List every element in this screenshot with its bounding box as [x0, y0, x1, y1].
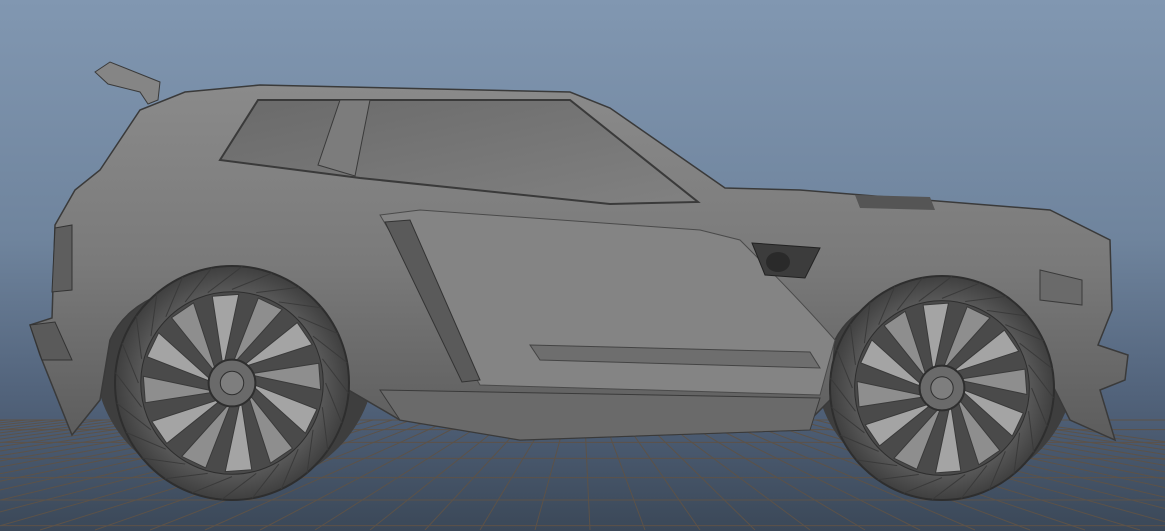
rear-spoiler: [94, 61, 161, 105]
front-wheel: [829, 275, 1055, 501]
3d-viewport[interactable]: [0, 0, 1165, 531]
hub-cap: [930, 376, 954, 400]
grid-line: [661, 419, 811, 531]
hood-scoop: [855, 195, 935, 210]
scene: [0, 61, 1165, 531]
rear-wheel: [114, 265, 350, 501]
hub-cap: [219, 370, 245, 396]
car-model[interactable]: [29, 61, 1129, 501]
taillight: [51, 224, 73, 293]
grid-line: [642, 419, 756, 531]
headlight-lamp: [766, 252, 790, 272]
grid-line: [680, 419, 866, 531]
